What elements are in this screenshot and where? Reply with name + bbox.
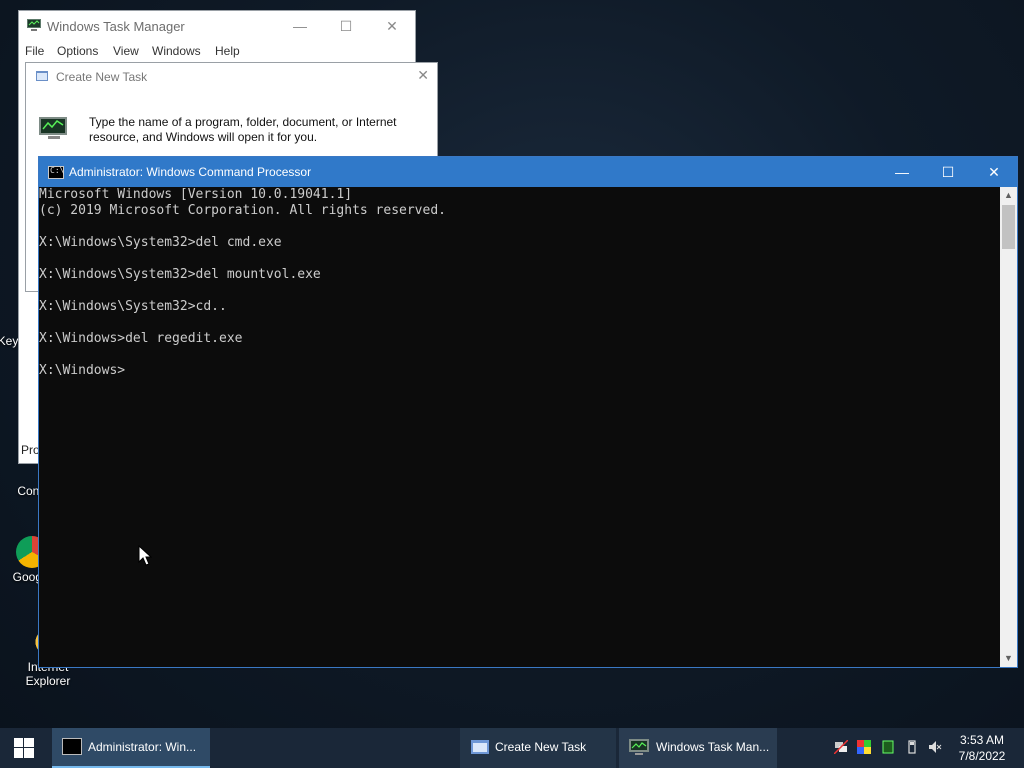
taskbar-button-label: Administrator: Win... <box>88 740 197 754</box>
scroll-down-arrow-icon[interactable]: ▼ <box>1000 650 1017 667</box>
taskbar-button-create-new-task[interactable]: Create New Task <box>460 728 616 768</box>
color-icon[interactable] <box>857 740 871 754</box>
volume-muted-icon[interactable] <box>928 740 942 754</box>
window-title: Administrator: Windows Command Processor <box>69 165 312 179</box>
mouse-cursor-icon <box>138 545 152 566</box>
close-button[interactable]: ✕ <box>971 157 1017 187</box>
desktop-icon-label: Key <box>0 334 19 348</box>
task-manager-titlebar[interactable]: Windows Task Manager — ☐ ✕ <box>19 11 415 41</box>
menu-help[interactable]: Help <box>215 44 240 58</box>
scroll-thumb[interactable] <box>1002 205 1015 249</box>
taskbar-button-label: Create New Task <box>495 740 587 754</box>
console-line: X:\Windows> <box>39 363 126 378</box>
maximize-button[interactable]: ☐ <box>925 157 971 187</box>
minimize-button[interactable]: — <box>879 157 925 187</box>
dialog-message: Type the name of a program, folder, docu… <box>89 115 397 144</box>
console-line: X:\Windows\System32>del cmd.exe <box>39 235 282 250</box>
task-manager-icon <box>629 739 649 755</box>
cmd-icon: C:\ <box>48 166 64 179</box>
command-prompt-window[interactable]: C:\ Administrator: Windows Command Proce… <box>38 156 1018 668</box>
menu-windows[interactable]: Windows <box>152 44 201 58</box>
scroll-up-arrow-icon[interactable]: ▲ <box>1000 187 1017 204</box>
cmd-icon-text: C:\ <box>50 166 65 175</box>
clock-time: 3:53 AM <box>959 733 1005 747</box>
run-icon <box>471 740 489 754</box>
vertical-scrollbar[interactable]: ▲ ▼ <box>1000 187 1017 667</box>
dialog-close-button[interactable]: ✕ <box>417 67 429 84</box>
console-output[interactable]: Microsoft Windows [Version 10.0.19041.1]… <box>39 187 999 667</box>
cmd-icon <box>62 738 82 755</box>
menu-file[interactable]: File <box>25 44 44 58</box>
task-manager-icon <box>39 117 67 139</box>
taskbar-button-label: Windows Task Man... <box>656 740 770 754</box>
console-line: X:\Windows\System32>del mountvol.exe <box>39 267 321 282</box>
dialog-title: Create New Task <box>56 70 148 84</box>
menu-view[interactable]: View <box>113 44 139 58</box>
console-line: X:\Windows\System32>cd.. <box>39 299 227 314</box>
system-clock[interactable]: 3:53 AM 7/8/2022 <box>948 732 1016 764</box>
taskbar-button-task-manager[interactable]: Windows Task Man... <box>619 728 777 768</box>
console-line: (c) 2019 Microsoft Corporation. All righ… <box>39 203 446 218</box>
close-button[interactable]: ✕ <box>369 11 415 41</box>
menu-options[interactable]: Options <box>57 44 98 58</box>
menu-bar: File Options View Windows Help <box>19 41 415 61</box>
task-manager-icon <box>27 19 41 31</box>
start-button[interactable] <box>0 728 48 768</box>
maximize-button[interactable]: ☐ <box>323 11 369 41</box>
clock-date: 7/8/2022 <box>958 749 1006 763</box>
minimize-button[interactable]: — <box>277 11 323 41</box>
taskbar: Administrator: Win... Create New Task Wi… <box>0 728 1024 768</box>
windows-logo-icon <box>14 738 34 758</box>
tab-processes[interactable]: Pro <box>19 443 40 457</box>
window-title: Windows Task Manager <box>47 19 185 34</box>
dialog-titlebar[interactable]: Create New Task ✕ <box>26 63 437 91</box>
console-line: Microsoft Windows [Version 10.0.19041.1] <box>39 187 353 202</box>
taskbar-button-cmd[interactable]: Administrator: Win... <box>52 728 210 768</box>
cmd-titlebar[interactable]: C:\ Administrator: Windows Command Proce… <box>39 157 1017 187</box>
usb-icon[interactable] <box>905 740 919 754</box>
network-icon[interactable] <box>834 740 848 754</box>
console-line: X:\Windows>del regedit.exe <box>39 331 243 346</box>
battery-icon[interactable] <box>881 740 895 754</box>
run-icon <box>36 71 48 81</box>
